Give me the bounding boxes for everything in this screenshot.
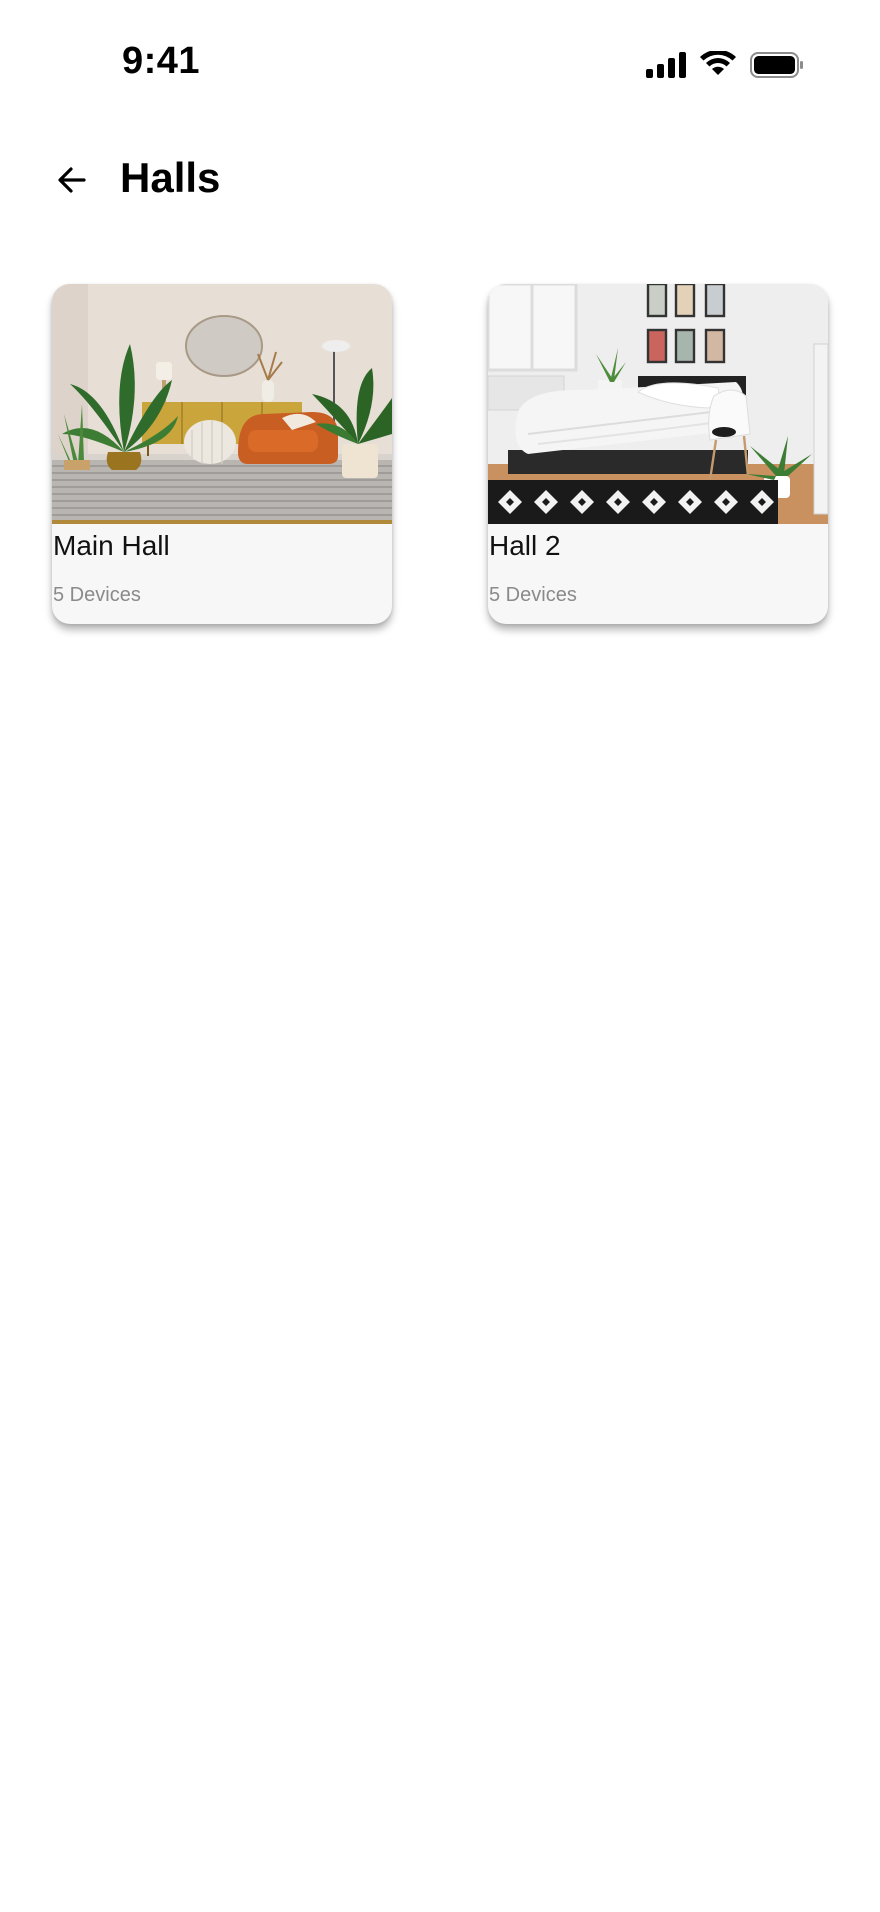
hall-device-count: 5 Devices (53, 584, 141, 606)
status-bar: 9:41 (0, 0, 880, 130)
battery-icon (750, 52, 803, 78)
hall-device-count: 5 Devices (489, 584, 577, 606)
cellular-signal-icon (646, 52, 686, 78)
hall-card-hall-2[interactable]: Hall 2 5 Devices (488, 284, 828, 624)
status-icons (646, 48, 804, 82)
living-room-photo (52, 284, 392, 524)
status-time: 9:41 (122, 40, 201, 82)
bedroom-photo (488, 284, 828, 524)
header: Halls (0, 150, 880, 260)
hall-name: Main Hall (53, 530, 170, 561)
back-button[interactable] (52, 160, 92, 200)
page-title: Halls (120, 154, 221, 201)
arrow-left-icon (58, 167, 86, 193)
hall-card-main-hall[interactable]: Main Hall 5 Devices (52, 284, 392, 624)
wifi-icon (700, 51, 736, 75)
hall-name: Hall 2 (489, 530, 561, 561)
